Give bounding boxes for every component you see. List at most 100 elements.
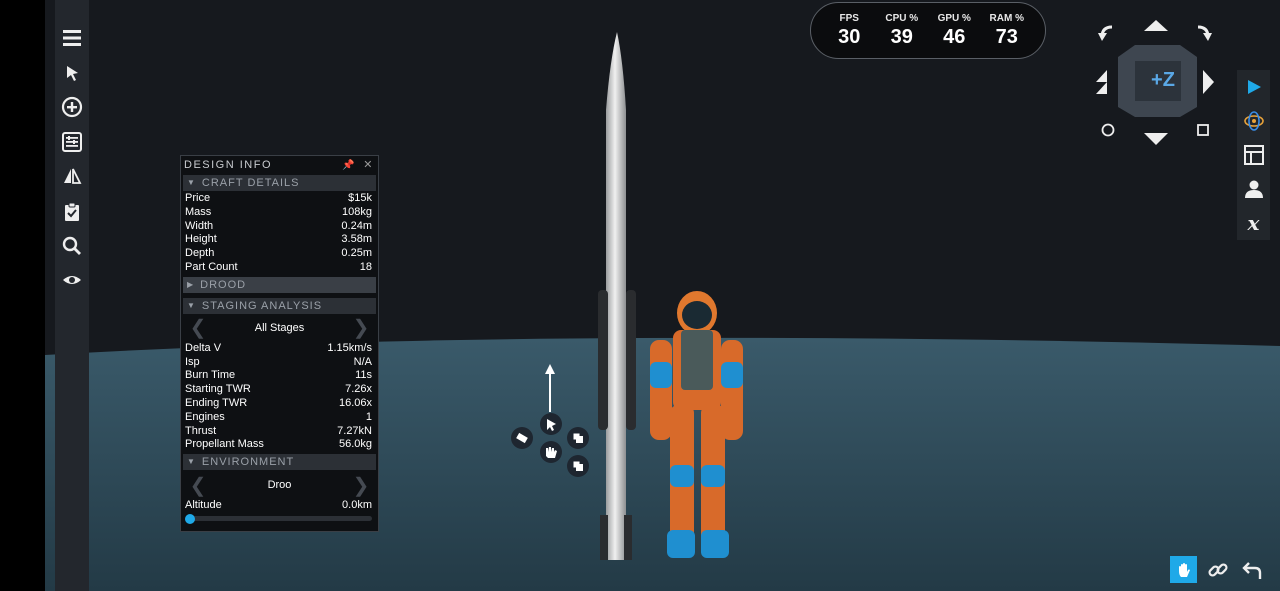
detail-label: Width (185, 219, 214, 232)
panel-title: DESIGN INFO (184, 159, 273, 171)
detail-value: 0.25m (341, 247, 372, 260)
undo-icon[interactable] (1238, 556, 1265, 583)
stat-value: 30 (838, 25, 861, 48)
stat-label: CPU % (885, 12, 919, 24)
stat-fps: FPS 30 (824, 13, 874, 49)
section-title: ENVIRONMENT (201, 456, 295, 469)
stat-value: 39 (890, 25, 913, 48)
staging-value: N/A (353, 355, 372, 368)
variables-icon[interactable]: x (1237, 206, 1270, 239)
stat-gpu: GPU % 46 (929, 13, 979, 49)
eye-icon[interactable] (55, 263, 89, 297)
staging-value: 11s (355, 369, 372, 382)
person-icon[interactable] (1237, 172, 1270, 205)
detail-label: Depth (185, 247, 215, 260)
staging-row: Engines 1 (181, 411, 378, 425)
symmetry-icon[interactable] (55, 160, 89, 194)
staging-label: Propellant Mass (185, 438, 264, 451)
pan-hand-button[interactable] (1170, 556, 1197, 583)
left-toolbar (55, 0, 89, 591)
altitude-slider[interactable] (185, 513, 372, 524)
view-cube[interactable]: +Z (1095, 15, 1220, 150)
staging-row: Propellant Mass 56.0kg (181, 438, 378, 452)
arrow-down-icon (1144, 133, 1168, 145)
detail-value: 108kg (342, 205, 372, 218)
stat-value: 73 (995, 25, 1018, 48)
stat-label: FPS (839, 12, 859, 24)
perspective-icon (1101, 123, 1115, 137)
stat-cpu: CPU % 39 (877, 13, 927, 49)
orthographic-icon (1197, 124, 1209, 136)
staging-label: Isp (185, 355, 200, 368)
section-header-environment[interactable]: ▼ ENVIRONMENT (183, 454, 376, 471)
arrow-up-icon (1144, 20, 1168, 31)
staging-label: Starting TWR (185, 383, 251, 396)
next-planet-icon[interactable]: ❯ (346, 473, 376, 498)
planet-selector: ❮ Droo ❯ (183, 472, 376, 498)
menu-icon[interactable] (55, 21, 89, 55)
staging-row: Isp N/A (181, 356, 378, 370)
staging-row: Delta V 1.15km/s (181, 342, 378, 356)
detail-label: Mass (185, 205, 212, 218)
altitude-slider-knob[interactable] (185, 513, 195, 524)
detail-value: 3.58m (341, 233, 372, 246)
next-stage-icon[interactable]: ❯ (346, 315, 376, 340)
design-info-panel: DESIGN INFO 📌 ✕ ▼ CRAFT DETAILS Price $15k… (180, 155, 379, 532)
detail-row: Price $15k (181, 192, 378, 206)
staging-row: Ending TWR 16.06x (181, 397, 378, 411)
section-title: STAGING ANALYSIS (201, 299, 323, 312)
detail-row: Mass 108kg (181, 206, 378, 220)
altitude-label: Altitude (185, 499, 222, 512)
section-header-staging[interactable]: ▼ STAGING ANALYSIS (183, 297, 376, 314)
staging-label: Ending TWR (185, 396, 248, 409)
section-title: CRAFT DETAILS (201, 177, 300, 189)
staging-value: 1 (365, 410, 372, 423)
staging-value: 56.0kg (338, 438, 372, 451)
detail-row: Width 0.24m (181, 220, 378, 234)
prev-stage-icon[interactable]: ❮ (183, 315, 213, 340)
layout-icon[interactable] (1237, 138, 1270, 171)
staging-label: Delta V (185, 341, 222, 354)
detail-row: Height 3.58m (181, 233, 378, 247)
detail-row: Part Count 18 (181, 261, 378, 275)
staging-value: 7.27kN (337, 424, 372, 437)
staging-label: Thrust (185, 424, 217, 437)
collapse-triangle-icon: ▼ (187, 457, 196, 467)
detail-value: $15k (348, 192, 372, 204)
add-part-icon[interactable] (55, 90, 89, 124)
staging-row: Thrust 7.27kN (181, 425, 378, 439)
search-icon[interactable] (55, 229, 89, 263)
staging-label: Engines (185, 410, 225, 423)
close-icon[interactable]: ✕ (363, 156, 374, 175)
staging-value: 16.06x (338, 396, 372, 409)
section-header-drood[interactable]: ▶ DROOD (183, 276, 376, 293)
detail-label: Height (185, 233, 217, 246)
center-of-mass-icon[interactable] (1237, 104, 1270, 137)
section-header-craft-details[interactable]: ▼ CRAFT DETAILS (183, 175, 376, 191)
properties-icon[interactable] (55, 125, 89, 159)
play-icon[interactable] (1237, 70, 1270, 103)
stat-label: RAM % (989, 12, 1024, 24)
detail-label: Price (185, 192, 211, 204)
stage-selector-value: All Stages (254, 321, 305, 334)
altitude-value: 0.0km (342, 499, 372, 512)
collapse-triangle-icon: ▼ (187, 178, 196, 187)
select-cursor-icon[interactable] (55, 56, 89, 90)
staging-value: 7.26x (345, 383, 372, 396)
link-icon[interactable] (1204, 556, 1231, 583)
stat-ram: RAM % 73 (982, 13, 1032, 49)
checklist-icon[interactable] (55, 195, 89, 229)
view-axis-label: +Z (1151, 69, 1175, 91)
prev-planet-icon[interactable]: ❮ (183, 473, 213, 498)
right-toolbar: x (1237, 70, 1270, 240)
stage-selector: ❮ All Stages ❯ (183, 315, 376, 341)
panel-title-bar[interactable]: DESIGN INFO 📌 ✕ (181, 156, 378, 175)
performance-stats: FPS 30 CPU % 39 GPU % 46 RAM % 73 (810, 2, 1046, 59)
detail-row: Depth 0.25m (181, 247, 378, 261)
section-title: DROOD (200, 278, 247, 291)
pin-icon[interactable]: 📌 (342, 156, 356, 175)
planet-selector-value: Droo (267, 479, 292, 492)
staging-row: Burn Time 11s (181, 369, 378, 383)
expand-triangle-icon: ▶ (187, 279, 195, 289)
staging-value: 1.15km/s (327, 341, 372, 354)
